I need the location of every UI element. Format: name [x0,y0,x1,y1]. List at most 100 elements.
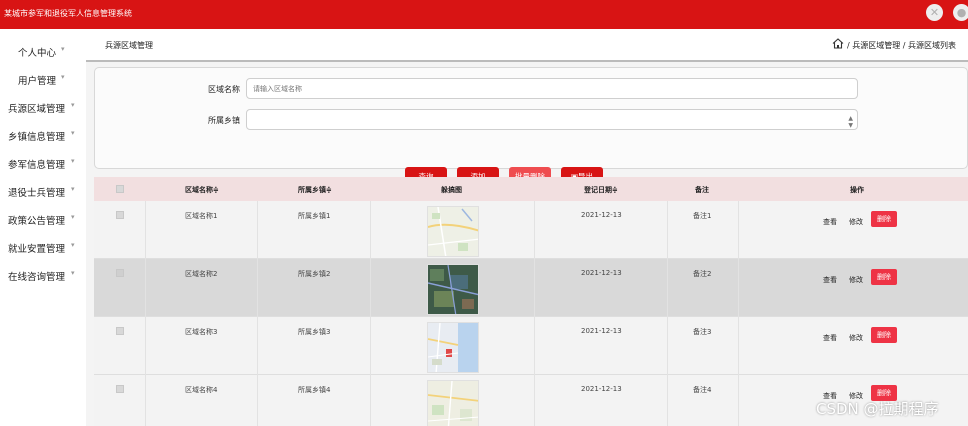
column-divider [145,177,146,426]
sidebar-item-label: 乡镇信息管理 [8,132,66,143]
sidebar-item-consult[interactable]: 在线咨询管理 ▾ [0,267,86,283]
cell-region-name: 区域名称4 [185,386,218,394]
cell-date: 2021-12-13 [581,211,622,219]
delete-button[interactable]: 删除 [871,211,897,227]
top-bar: 某城市参军和退役军人信息管理系统 ✕ ● [0,0,968,29]
region-name-label: 区域名称 [208,85,240,94]
table-row: 区域名称3 所属乡镇3 2021-12-13 备注3 查看 修改 删除 [94,317,968,375]
chevron-down-icon: ▾ [71,213,75,221]
column-header-date[interactable]: 登记日期≑ [584,185,618,195]
select-all-checkbox[interactable] [116,185,124,193]
cell-town: 所属乡镇1 [298,212,331,220]
cell-remark: 备注3 [693,328,712,336]
column-header-label: 所属乡镇 [298,186,326,194]
cell-remark: 备注2 [693,270,712,278]
cell-town: 所属乡镇2 [298,270,331,278]
chevron-down-icon: ▲ ▼ [848,115,853,129]
chevron-down-icon: ▾ [71,269,75,277]
column-divider [534,177,535,426]
sort-icon: ≑ [326,186,332,194]
main-content: 兵源区域管理 / 兵源区域管理 / 兵源区域列表 区域名称 所属乡镇 ▲▼ 查询… [86,29,968,426]
column-header-image: 躲搞图 [441,186,462,194]
view-button[interactable]: 查看 [823,333,837,343]
cell-region-name: 区域名称1 [185,212,218,220]
cell-region-name: 区域名称2 [185,270,218,278]
breadcrumb-bar: 兵源区域管理 / 兵源区域管理 / 兵源区域列表 [86,29,968,62]
edit-button[interactable]: 修改 [849,217,863,227]
close-icon[interactable]: ✕ [926,4,943,21]
sidebar-item-label: 参军信息管理 [8,160,66,171]
chevron-down-icon: ▾ [71,129,75,137]
table-header: 区域名称≑ 所属乡镇≑ 躲搞图 登记日期≑ 备注 操作 [94,177,968,201]
sidebar-item-label: 退役士兵管理 [8,188,66,199]
sidebar-item-policy[interactable]: 政策公告管理 ▾ [0,211,86,227]
cell-region-name: 区域名称3 [185,328,218,336]
column-header-label: 登记日期 [584,186,612,194]
sidebar-item-profile[interactable]: 个人中心 ▾ [0,43,86,59]
row-checkbox[interactable] [116,269,124,277]
sort-icon: ≑ [612,186,618,194]
edit-button[interactable]: 修改 [849,275,863,285]
column-divider [667,177,668,426]
cell-date: 2021-12-13 [581,385,622,393]
column-header-remark: 备注 [695,186,709,194]
cell-date: 2021-12-13 [581,327,622,335]
view-button[interactable]: 查看 [823,217,837,227]
sidebar-item-label: 用户管理 [18,76,57,87]
sidebar-item-label: 就业安置管理 [8,244,66,255]
cell-town: 所属乡镇4 [298,386,331,394]
cell-town: 所属乡镇3 [298,328,331,336]
sidebar-item-regions[interactable]: 兵源区域管理 ▾ [0,99,86,115]
edit-button[interactable]: 修改 [849,333,863,343]
region-thumbnail[interactable] [427,380,479,426]
home-icon[interactable] [832,38,844,49]
sidebar-item-label: 在线咨询管理 [8,272,66,283]
sort-icon: ≑ [213,186,219,194]
delete-button[interactable]: 删除 [871,327,897,343]
sidebar-item-towns[interactable]: 乡镇信息管理 ▾ [0,127,86,143]
search-panel: 区域名称 所属乡镇 ▲▼ 查询 添加 批量删除 ▣导出 [94,67,968,187]
chevron-down-icon: ▾ [71,241,75,249]
sidebar-item-label: 政策公告管理 [8,216,66,227]
region-thumbnail[interactable] [427,206,479,257]
row-checkbox[interactable] [116,327,124,335]
column-header-label: 区域名称 [185,186,213,194]
watermark: CSDN @拉期程序 [816,400,939,418]
table-row: 区域名称2 所属乡镇2 2021-12-13 备注2 查看 修改 删除 [94,259,968,317]
table-row: 区域名称1 所属乡镇1 2021-12-13 备注1 查看 修改 删除 [94,201,968,259]
app-title: 某城市参军和退役军人信息管理系统 [4,9,132,18]
sidebar-item-users[interactable]: 用户管理 ▾ [0,71,86,87]
sidebar: 个人中心 ▾ 用户管理 ▾ 兵源区域管理 ▾ 乡镇信息管理 ▾ 参军信息管理 ▾… [0,29,86,426]
column-divider [738,177,739,426]
cell-remark: 备注4 [693,386,712,394]
region-thumbnail[interactable] [427,264,479,315]
row-checkbox[interactable] [116,385,124,393]
region-name-input[interactable] [246,78,858,99]
page-title: 兵源区域管理 [105,41,153,50]
column-header-actions: 操作 [850,186,864,194]
sidebar-item-enlistment[interactable]: 参军信息管理 ▾ [0,155,86,171]
chevron-down-icon: ▾ [71,185,75,193]
sidebar-item-label: 个人中心 [18,48,57,59]
chevron-down-icon: ▾ [71,101,75,109]
delete-button[interactable]: 删除 [871,269,897,285]
sidebar-item-label: 兵源区域管理 [8,104,66,115]
data-table: 区域名称1 所属乡镇1 2021-12-13 备注1 查看 修改 删除 区域名称… [94,177,968,426]
town-select[interactable]: ▲ ▼ [246,109,858,130]
view-button[interactable]: 查看 [823,275,837,285]
chevron-down-icon: ▾ [61,73,65,81]
column-divider [370,177,371,426]
column-header-name[interactable]: 区域名称≑ [185,185,219,195]
cell-remark: 备注1 [693,212,712,220]
user-icon[interactable]: ● [953,4,968,21]
town-label: 所属乡镇 [208,116,240,125]
breadcrumb[interactable]: / 兵源区域管理 / 兵源区域列表 [847,40,956,51]
row-checkbox[interactable] [116,211,124,219]
region-thumbnail[interactable] [427,322,479,373]
cell-date: 2021-12-13 [581,269,622,277]
chevron-down-icon: ▾ [61,45,65,53]
sidebar-item-veterans[interactable]: 退役士兵管理 ▾ [0,183,86,199]
column-divider [257,177,258,426]
sidebar-item-employment[interactable]: 就业安置管理 ▾ [0,239,86,255]
column-header-town[interactable]: 所属乡镇≑ [298,185,332,195]
